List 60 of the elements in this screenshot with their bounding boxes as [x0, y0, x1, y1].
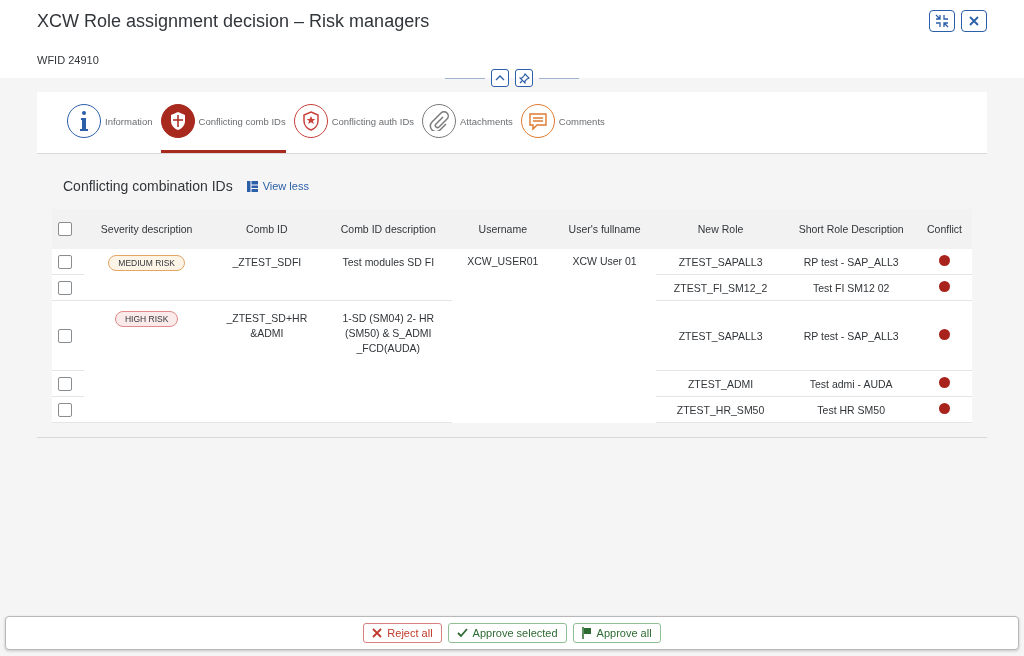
table-cell: ZTEST_SAPALL3 — [678, 255, 763, 268]
close-button[interactable] — [961, 10, 987, 32]
select-all-checkbox[interactable] — [58, 222, 72, 236]
exit-fullscreen-icon — [935, 14, 949, 28]
chevron-up-icon — [495, 73, 505, 83]
paperclip-icon — [429, 111, 450, 131]
row-checkbox[interactable] — [58, 402, 72, 417]
approve-selected-button[interactable]: Approve selected — [447, 623, 567, 643]
table-icon — [246, 180, 258, 192]
table-cell: 1-SD (SM04) 2- HR (SM50) & S_ADMI_FCD(AUDA) — [342, 311, 435, 357]
flag-icon — [581, 627, 592, 639]
reject-all-button[interactable]: Reject all — [363, 623, 442, 643]
table-cell: Test HR SM50 — [817, 403, 885, 416]
column-header: Severity description — [100, 222, 193, 235]
row-checkbox[interactable] — [58, 280, 72, 295]
tab[interactable]: Information — [67, 102, 153, 153]
column-header: Comb ID description — [340, 222, 436, 235]
workflow-id: WFID 24910 — [37, 54, 100, 66]
severity-tag: MEDIUM RISK — [108, 255, 185, 271]
checkmark-icon — [456, 628, 468, 638]
table-cell: _ZTEST_SD+HR&ADMI — [225, 311, 308, 342]
table-cell: ZTEST_ADMI — [687, 377, 754, 390]
shield-icon — [168, 111, 187, 131]
tab[interactable]: Attachments — [422, 102, 513, 153]
approve-all-button[interactable]: Approve all — [572, 623, 661, 643]
table-cell: XCW_USER01 — [467, 255, 539, 267]
row-checkbox[interactable] — [58, 376, 72, 391]
column-header: User's fullname — [568, 222, 641, 235]
pin-icon — [518, 72, 530, 84]
table-cell: Test admi - AUDA — [809, 377, 893, 390]
table-cell: Test FI SM12 02 — [812, 281, 890, 294]
tab[interactable]: Conflicting auth IDs — [293, 102, 415, 153]
row-checkbox[interactable] — [58, 254, 72, 269]
cross-icon — [372, 628, 383, 638]
table-cell: RP test - SAP_ALL3 — [803, 255, 899, 268]
table-cell: RP test - SAP_ALL3 — [803, 329, 899, 342]
table-cell: ZTEST_HR_SM50 — [676, 403, 765, 416]
collapse-button[interactable] — [491, 69, 509, 87]
column-header: Conflict — [926, 222, 962, 235]
comment-icon — [527, 111, 548, 131]
pin-button[interactable] — [515, 69, 533, 87]
table-cell: ZTEST_SAPALL3 — [678, 329, 763, 342]
column-header: Comb ID — [246, 222, 288, 235]
row-checkbox[interactable] — [58, 328, 72, 343]
table-cell: XCW User 01 — [572, 255, 637, 267]
column-header: Username — [478, 222, 528, 235]
tab[interactable]: Comments — [520, 102, 605, 153]
window-title: XCW Role assignment decision – Risk managers — [37, 10, 430, 32]
severity-tag: HIGH RISK — [114, 311, 179, 327]
tab[interactable]: Conflicting comb IDs — [160, 102, 286, 153]
police-badge-icon — [300, 111, 321, 131]
table-cell-text: _ZTEST_SDFI — [231, 255, 303, 270]
exit-fullscreen-button[interactable] — [929, 10, 955, 32]
column-header: Short Role Description — [798, 222, 904, 235]
column-header: New Role — [697, 222, 744, 235]
close-icon — [968, 15, 980, 27]
view-less-link[interactable]: View less — [246, 180, 309, 192]
table-cell-text: Test modules SD FI — [342, 255, 435, 270]
table-cell: ZTEST_FI_SM12_2 — [673, 281, 768, 294]
section-title: Conflicting combination IDs — [63, 178, 233, 194]
